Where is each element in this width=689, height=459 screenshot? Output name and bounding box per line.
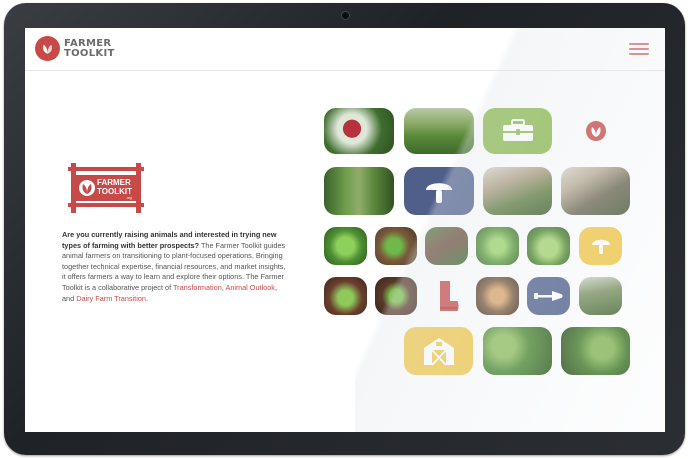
laptop-frame: FARMER TOOLKIT FARMER TOOLKIT .org Are y… xyxy=(4,3,685,455)
shovel-icon xyxy=(527,277,570,315)
toolbox-icon xyxy=(483,108,552,154)
leaf-icon xyxy=(585,120,607,142)
farmer-toolkit-sign: FARMER TOOLKIT .org xyxy=(68,161,144,213)
hemp-plants-photo xyxy=(561,327,630,375)
menu-line xyxy=(629,43,649,45)
produce-crate-photo xyxy=(476,277,519,315)
farmer-basket-photo xyxy=(404,108,474,154)
lettuce-harvest-photo xyxy=(476,227,519,265)
mushroom-icon xyxy=(404,167,474,215)
barn-icon xyxy=(404,327,473,375)
crop-field-photo xyxy=(483,327,552,375)
farmers-field-photo xyxy=(483,167,552,215)
greenhouse-photo xyxy=(324,167,394,215)
browser-screen: FARMER TOOLKIT FARMER TOOLKIT .org Are y… xyxy=(25,28,665,432)
brand-line-1: FARMER xyxy=(64,37,112,49)
webcam xyxy=(341,11,350,20)
menu-line xyxy=(629,53,649,55)
sprout-soil-photo xyxy=(324,277,367,315)
leaf-icon xyxy=(35,36,60,61)
planting-soil-photo xyxy=(375,277,417,315)
mushroom-icon xyxy=(579,227,622,265)
sign-line-3: .org xyxy=(126,196,132,200)
chard-leaves-photo xyxy=(527,227,570,265)
farmer-crouching-photo xyxy=(425,227,468,265)
leafy-greens-photo xyxy=(324,227,367,265)
radish-harvest-photo xyxy=(324,108,394,154)
seedling-hands-photo xyxy=(375,227,417,265)
hamburger-menu-icon[interactable] xyxy=(629,43,649,55)
link-dairy-farm-transition[interactable]: Dairy Farm Transition xyxy=(76,294,146,303)
brand-logo[interactable]: FARMER TOOLKIT xyxy=(35,36,115,61)
farm-couple-photo xyxy=(561,167,630,215)
link-animal-outlook[interactable]: Animal Outlook xyxy=(225,283,274,292)
sign-line-2: TOOLKIT xyxy=(97,187,132,196)
intro-paragraph: Are you currently raising animals and in… xyxy=(62,230,288,304)
link-transformation[interactable]: Transformation xyxy=(173,283,222,292)
farmer-woman-photo xyxy=(579,277,622,315)
boot-icon xyxy=(425,277,468,315)
sign-line-1: FARMER xyxy=(97,178,131,187)
brand-line-2: TOOLKIT xyxy=(64,47,115,59)
intro-end: . xyxy=(145,293,148,303)
menu-line xyxy=(629,48,649,50)
brand-wordmark: FARMER TOOLKIT xyxy=(64,37,115,59)
site-header: FARMER TOOLKIT xyxy=(25,28,665,71)
